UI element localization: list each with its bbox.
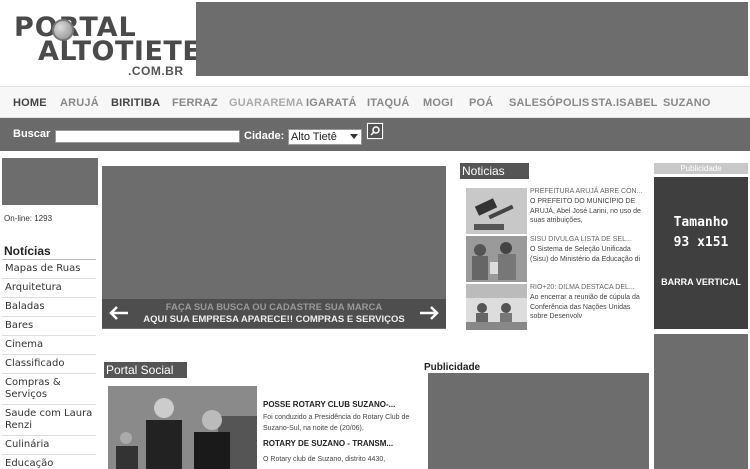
- nav-item-suzano[interactable]: SUZANO: [663, 97, 711, 109]
- news-thumbnail[interactable]: [466, 188, 527, 234]
- social-excerpt: Foi conduzido a Presidência do Rotary Cl…: [263, 414, 410, 432]
- right-ad-banner[interactable]: Tamanho 93 x151 BARRA VERTICAL: [654, 177, 748, 329]
- menu-item[interactable]: Compras & Serviços: [2, 373, 96, 404]
- category-menu: Mapas de Ruas Arquitetura Baladas Bares …: [2, 259, 96, 469]
- nav-item-ferraz[interactable]: FERRAZ: [172, 97, 218, 109]
- city-select-value: Alto Tietê: [291, 131, 337, 143]
- city-select[interactable]: Alto Tietê: [288, 129, 362, 145]
- logo-line3: .COM.BR: [128, 64, 184, 78]
- news-section-title: Noticias: [460, 163, 529, 179]
- top-banner-ad[interactable]: [196, 2, 748, 76]
- nav-item-poa[interactable]: POÁ: [469, 97, 493, 109]
- ad-size-label: Tamanho: [673, 215, 729, 230]
- news-thumbnail[interactable]: [466, 284, 527, 330]
- news-item[interactable]: SISU DIVULGA LISTA DE SEL... O Sistema d…: [466, 236, 642, 282]
- city-nav: HOME ARUJÁ BIRITIBA FERRAZ GUARAREMA IGA…: [0, 86, 750, 118]
- left-ad-banner[interactable]: [2, 158, 98, 205]
- menu-item[interactable]: Baladas: [2, 297, 96, 316]
- logo-line2: ALTOTIETE: [38, 36, 202, 67]
- arrow-right-icon[interactable]: [418, 305, 440, 321]
- people-photo-icon: [108, 386, 257, 469]
- menu-item[interactable]: Mapas de Ruas: [2, 259, 96, 278]
- news-thumbnail[interactable]: [466, 236, 527, 282]
- news-item[interactable]: PREFEITURA ARUJÁ ABRE CON... O PREFEITO …: [466, 188, 642, 234]
- social-headline[interactable]: POSSE ROTARY CLUB SUZANO-...: [263, 400, 395, 409]
- slider-caption-line1: FAÇA SUA BUSCA OU CADASTRE SUA MARCA: [165, 302, 383, 313]
- online-counter: On-line: 1293: [4, 214, 53, 223]
- news-headline[interactable]: SISU DIVULGA LISTA DE SEL...: [530, 236, 632, 243]
- header: PORTAL ALTOTIETE .COM.BR: [0, 0, 750, 85]
- nav-item-itaqua[interactable]: ITAQUÁ: [367, 97, 410, 109]
- nav-item-guararema[interactable]: GUARAREMA: [229, 97, 304, 109]
- search-label: Buscar: [13, 128, 51, 140]
- gavel-icon: [466, 188, 527, 234]
- right-ad-label: Publicidade: [654, 163, 748, 174]
- social-headline[interactable]: ROTARY DE SUZANO - TRANSM...: [263, 439, 393, 448]
- slider-caption: FAÇA SUA BUSCA OU CADASTRE SUA MARCA AQU…: [102, 299, 446, 328]
- social-excerpt: O Rotary club de Suzano, distrito 4430,: [263, 456, 386, 463]
- mid-ad-label: Publicidade: [424, 362, 481, 373]
- mid-ad-banner[interactable]: [428, 373, 649, 469]
- news-excerpt: Ao encerrar a reunião de cúpula da Confe…: [530, 294, 640, 321]
- nav-item-home[interactable]: HOME: [13, 97, 47, 109]
- menu-item[interactable]: Culinária: [2, 435, 96, 454]
- nav-item-biritiba[interactable]: BIRITIBA: [111, 97, 160, 109]
- nav-item-aruja[interactable]: ARUJÁ: [60, 97, 99, 109]
- search-button[interactable]: [366, 122, 384, 140]
- menu-item[interactable]: Saude com Laura Renzi: [2, 404, 96, 435]
- nav-item-salesopolis[interactable]: SALESÓPOLIS: [509, 97, 589, 109]
- slider-caption-line2: AQUI SUA EMPRESA APARECE!! COMPRAS E SER…: [143, 314, 405, 325]
- chevron-down-icon: [350, 134, 358, 139]
- students-photo-icon: [466, 236, 527, 282]
- ad-size-value: 93 x151: [673, 235, 729, 250]
- news-headline[interactable]: RIO+20: DILMA DESTACA DEL...: [530, 284, 635, 291]
- city-label: Cidade:: [244, 130, 285, 142]
- menu-item[interactable]: Classificado: [2, 354, 96, 373]
- menu-item[interactable]: Cinema: [2, 335, 96, 354]
- social-photo[interactable]: [108, 386, 257, 469]
- news-excerpt: O PREFEITO DO MUNICÍPIO DE ARUJÁ, Abel J…: [530, 198, 641, 225]
- site-logo[interactable]: PORTAL ALTOTIETE .COM.BR: [14, 12, 201, 78]
- social-section-title: Portal Social: [104, 362, 187, 378]
- ad-format: BARRA VERTICAL: [661, 277, 741, 287]
- menu-title: Notícias: [4, 244, 51, 258]
- conference-photo-icon: [466, 284, 527, 330]
- nav-item-sta-isabel[interactable]: STA.ISABEL: [591, 97, 658, 109]
- search-icon: [368, 124, 382, 138]
- news-headline[interactable]: PREFEITURA ARUJÁ ABRE CON...: [530, 188, 642, 195]
- nav-item-mogi[interactable]: MOGI: [423, 97, 453, 109]
- menu-item[interactable]: Educação: [2, 454, 96, 469]
- menu-item[interactable]: Arquitetura: [2, 278, 96, 297]
- news-item[interactable]: RIO+20: DILMA DESTACA DEL... Ao encerrar…: [466, 284, 642, 330]
- nav-item-igarata[interactable]: IGARATÁ: [306, 97, 357, 109]
- menu-item[interactable]: Bares: [2, 316, 96, 335]
- search-input[interactable]: [55, 130, 240, 143]
- right-ad-banner-2[interactable]: [654, 334, 748, 469]
- news-excerpt: O Sistema de Seleção Unificada (Sisu) do…: [530, 246, 641, 263]
